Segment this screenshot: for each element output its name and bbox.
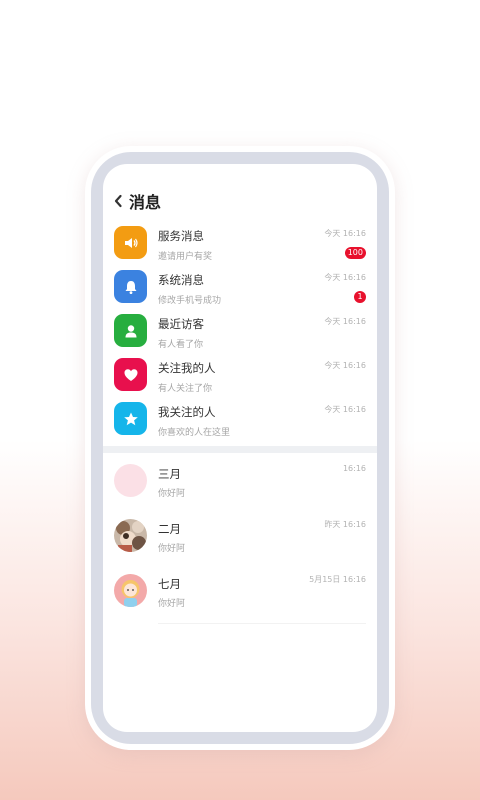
unread-badge: 1 xyxy=(354,291,366,303)
item-time: 今天 16:16 xyxy=(324,361,366,370)
item-name: 系统消息 xyxy=(158,273,204,287)
page-title: 消息 xyxy=(129,193,162,212)
row-divider xyxy=(158,623,366,624)
unread-badge: 100 xyxy=(344,247,366,259)
section-divider xyxy=(103,446,377,453)
chat-time: 昨天 16:16 xyxy=(324,520,366,529)
item-subtitle: 有人关注了你 xyxy=(158,384,213,394)
system-item-service[interactable]: 服务消息 邀请用户有奖 今天 16:16 100 xyxy=(103,226,377,270)
chat-name: 三月 xyxy=(158,467,181,481)
back-arrow-icon[interactable] xyxy=(113,192,127,210)
system-item-visitors[interactable]: 最近访客 有人看了你 今天 16:16 xyxy=(103,314,377,358)
item-subtitle: 有人看了你 xyxy=(158,340,204,350)
chat-preview: 你好阿 xyxy=(158,599,186,609)
chat-time: 5月15日 16:16 xyxy=(309,575,366,584)
item-name: 最近访客 xyxy=(158,317,204,331)
chat-preview: 你好阿 xyxy=(158,489,186,499)
chat-item[interactable]: 七月 你好阿 5月15日 16:16 xyxy=(103,574,377,624)
item-subtitle: 你喜欢的人在这里 xyxy=(158,428,231,438)
system-item-system[interactable]: 系统消息 修改手机号成功 今天 16:16 1 xyxy=(103,270,377,314)
item-time: 今天 16:16 xyxy=(324,229,366,238)
item-name: 服务消息 xyxy=(158,229,204,243)
phone-screen: 消息 服务消息 邀请用户有奖 今天 16:16 100 系统消息 修改手机号成功… xyxy=(103,164,377,732)
chat-item[interactable]: 三月 你好阿 16:16 xyxy=(103,464,377,514)
photo-avatar xyxy=(114,519,147,552)
heart-icon xyxy=(114,358,147,391)
system-item-following[interactable]: 我关注的人 你喜欢的人在这里 今天 16:16 xyxy=(103,402,377,446)
item-time: 今天 16:16 xyxy=(324,273,366,282)
item-subtitle: 修改手机号成功 xyxy=(158,296,222,306)
bell-icon xyxy=(114,270,147,303)
system-item-followers[interactable]: 关注我的人 有人关注了你 今天 16:16 xyxy=(103,358,377,402)
chat-preview: 你好阿 xyxy=(158,544,186,554)
item-name: 我关注的人 xyxy=(158,405,216,419)
item-time: 今天 16:16 xyxy=(324,317,366,326)
cartoon-girl-avatar xyxy=(114,574,147,607)
speaker-icon xyxy=(114,226,147,259)
chat-item[interactable]: 二月 你好阿 昨天 16:16 xyxy=(103,519,377,569)
item-name: 关注我的人 xyxy=(158,361,216,375)
chat-name: 二月 xyxy=(158,522,181,536)
item-time: 今天 16:16 xyxy=(324,405,366,414)
chat-name: 七月 xyxy=(158,577,181,591)
chat-time: 16:16 xyxy=(342,464,366,473)
person-icon xyxy=(114,314,147,347)
star-icon xyxy=(114,402,147,435)
item-subtitle: 邀请用户有奖 xyxy=(158,252,213,262)
blank-avatar xyxy=(114,464,147,497)
header: 消息 xyxy=(113,190,161,212)
